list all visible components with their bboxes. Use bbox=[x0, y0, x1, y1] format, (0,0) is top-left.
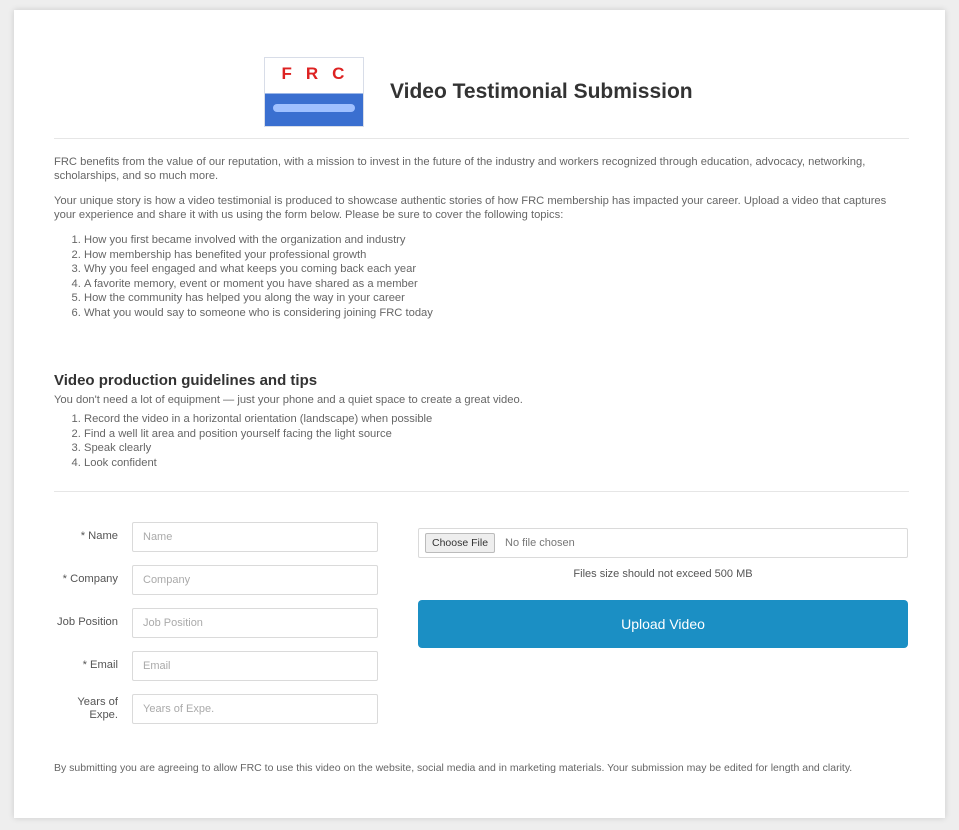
name-input[interactable] bbox=[132, 521, 378, 552]
intro-paragraph-2: Your unique story is how a video testimo… bbox=[54, 195, 887, 221]
topic-item: How membership has benefited your profes… bbox=[84, 248, 909, 263]
name-row: * Name bbox=[54, 515, 409, 558]
years-input[interactable] bbox=[132, 693, 378, 724]
choose-file-button[interactable]: Choose File bbox=[425, 533, 496, 553]
intro-paragraph-1: FRC benefits from the value of our reput… bbox=[54, 156, 866, 182]
header-divider bbox=[54, 138, 909, 139]
submission-card: FRC Video Testimonial Submission FRC ben… bbox=[14, 10, 945, 818]
job-position-label: Job Position bbox=[57, 616, 118, 628]
submission-form: * Name * Company Job Position * Email Ye… bbox=[54, 515, 409, 730]
tip-item: Look confident bbox=[84, 456, 909, 471]
file-input[interactable]: Choose File No file chosen bbox=[418, 528, 908, 558]
intro-section: FRC benefits from the value of our reput… bbox=[54, 155, 909, 320]
max-size-note: Files size should not exceed 500 MB bbox=[573, 568, 753, 580]
tips-heading: Video production guidelines and tips bbox=[54, 372, 318, 389]
company-label: * Company bbox=[62, 573, 118, 585]
topic-item: How you first became involved with the o… bbox=[84, 233, 909, 248]
upload-video-button[interactable]: Upload Video bbox=[418, 600, 908, 648]
tips-list: Record the video in a horizontal orienta… bbox=[54, 412, 909, 470]
company-input[interactable] bbox=[132, 564, 378, 595]
years-row: Years of Expe. bbox=[54, 687, 409, 730]
organization-logo: FRC bbox=[264, 57, 364, 127]
upload-section: Choose File No file chosen Files size sh… bbox=[418, 528, 908, 648]
name-label: * Name bbox=[80, 530, 118, 542]
page-title: Video Testimonial Submission bbox=[390, 80, 693, 103]
years-label: Years of Expe. bbox=[77, 695, 118, 721]
topic-item: A favorite memory, event or moment you h… bbox=[84, 277, 909, 292]
page-header: FRC Video Testimonial Submission bbox=[264, 56, 693, 128]
topic-item: How the community has helped you along t… bbox=[84, 291, 909, 306]
tip-item: Record the video in a horizontal orienta… bbox=[84, 412, 909, 427]
email-input[interactable] bbox=[132, 650, 378, 681]
form-divider bbox=[54, 491, 909, 492]
job-position-row: Job Position bbox=[54, 601, 409, 644]
footer-disclaimer: By submitting you are agreeing to allow … bbox=[54, 762, 853, 774]
email-label: * Email bbox=[82, 659, 118, 671]
email-row: * Email bbox=[54, 644, 409, 687]
job-position-input[interactable] bbox=[132, 607, 378, 638]
logo-swoosh bbox=[273, 104, 355, 112]
tips-subtext: You don't need a lot of equipment — just… bbox=[54, 394, 523, 406]
tip-item: Find a well lit area and position yourse… bbox=[84, 427, 909, 442]
tip-item: Speak clearly bbox=[84, 441, 909, 456]
topic-item: Why you feel engaged and what keeps you … bbox=[84, 262, 909, 277]
no-file-text: No file chosen bbox=[505, 537, 575, 549]
topics-list: How you first became involved with the o… bbox=[54, 233, 909, 320]
topic-item: What you would say to someone who is con… bbox=[84, 306, 909, 321]
logo-letters: FRC bbox=[281, 64, 359, 83]
tips-section: Video production guidelines and tips You… bbox=[54, 372, 909, 470]
company-row: * Company bbox=[54, 558, 409, 601]
